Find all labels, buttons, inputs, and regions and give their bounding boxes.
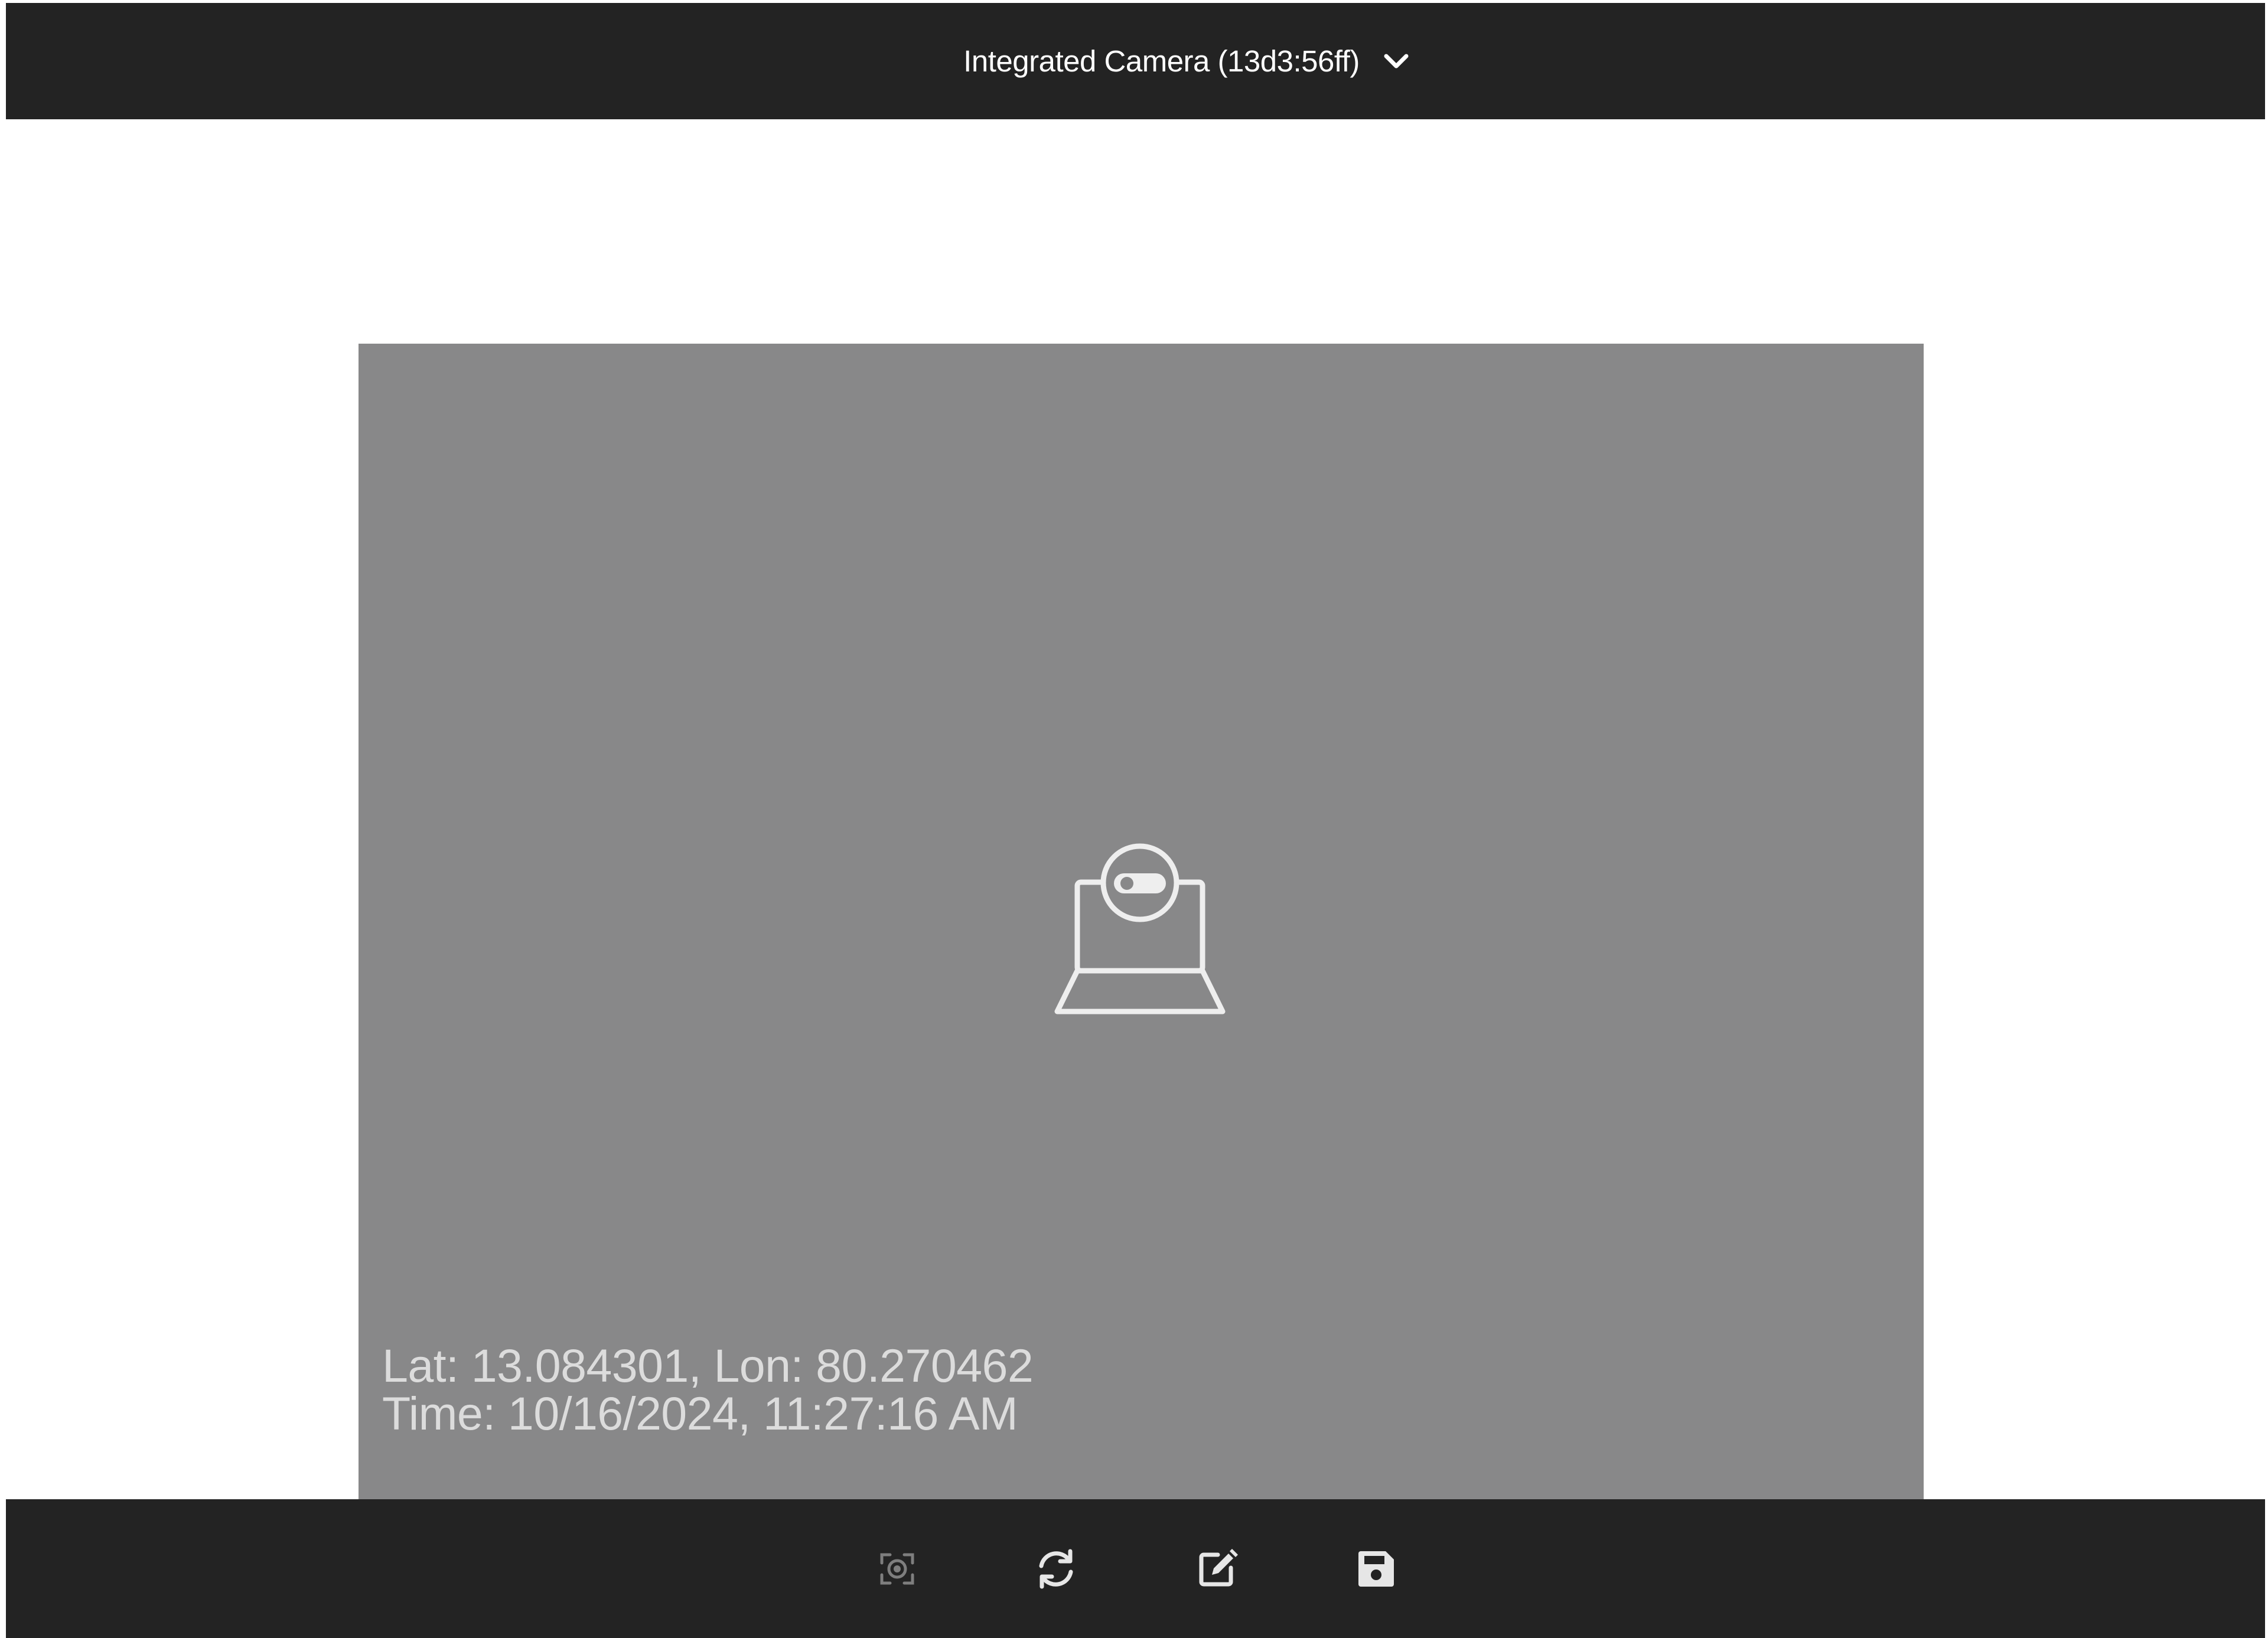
device-name-label: Integrated Camera (13d3:56ff): [963, 44, 1360, 78]
bottom-toolbar: [6, 1499, 2265, 1638]
top-bar: Integrated Camera (13d3:56ff): [6, 3, 2265, 119]
camera-off-laptop-icon: [1054, 843, 1226, 1014]
capture-button[interactable]: [874, 1545, 921, 1593]
geo-time-overlay: Lat: 13.084301, Lon: 80.270462 Time: 10/…: [382, 1339, 1034, 1440]
save-icon: [1358, 1551, 1394, 1587]
location-text: Lat: 13.084301, Lon: 80.270462: [382, 1339, 1034, 1392]
camera-app: Integrated Camera (13d3:56ff) Lat: 13.08…: [0, 0, 2268, 1638]
switch-camera-button[interactable]: [1032, 1545, 1080, 1593]
save-button[interactable]: [1353, 1545, 1400, 1593]
capture-icon: [880, 1553, 914, 1585]
edit-icon: [1199, 1549, 1238, 1587]
chevron-down-icon: [1384, 54, 1409, 68]
time-text: Time: 10/16/2024, 11:27:16 AM: [382, 1387, 1018, 1440]
edit-button[interactable]: [1193, 1545, 1240, 1593]
camera-preview: Lat: 13.084301, Lon: 80.270462 Time: 10/…: [359, 344, 1924, 1516]
camera-device-select[interactable]: Integrated Camera (13d3:56ff): [963, 44, 1409, 79]
refresh-icon: [1039, 1549, 1073, 1589]
viewport: Lat: 13.084301, Lon: 80.270462 Time: 10/…: [6, 119, 2265, 1516]
